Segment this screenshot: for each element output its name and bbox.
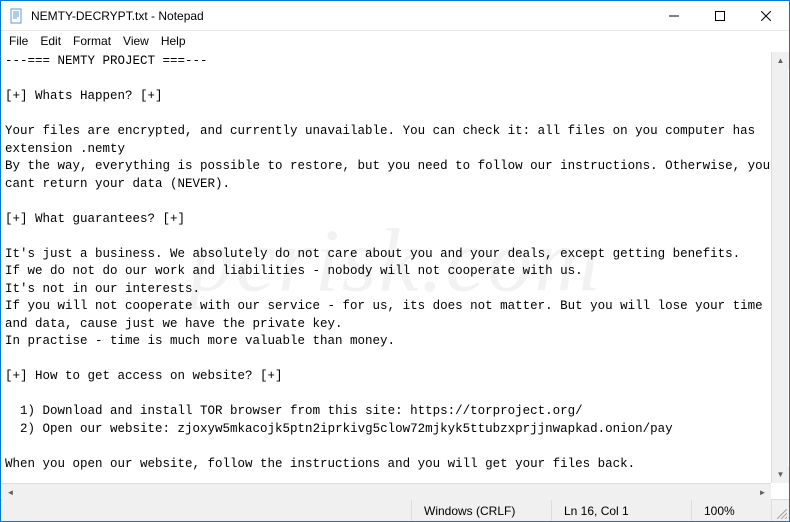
resize-grip[interactable] bbox=[771, 500, 789, 521]
status-zoom: 100% bbox=[691, 500, 771, 521]
window-controls bbox=[651, 1, 789, 30]
horizontal-scrollbar[interactable]: ◄ ► bbox=[2, 483, 771, 500]
status-position: Ln 16, Col 1 bbox=[551, 500, 691, 521]
chevron-down-icon: ▼ bbox=[777, 470, 785, 479]
statusbar: Windows (CRLF) Ln 16, Col 1 100% bbox=[1, 499, 789, 521]
chevron-left-icon: ◄ bbox=[7, 488, 15, 497]
notepad-window: NEMTY-DECRYPT.txt - Notepad File Edit Fo… bbox=[0, 0, 790, 522]
menu-view[interactable]: View bbox=[117, 33, 155, 49]
minimize-button[interactable] bbox=[651, 1, 697, 30]
app-icon bbox=[9, 8, 25, 24]
status-encoding: Windows (CRLF) bbox=[411, 500, 551, 521]
scroll-left-button[interactable]: ◄ bbox=[2, 484, 19, 501]
scroll-track-horizontal[interactable] bbox=[19, 484, 754, 500]
menu-format[interactable]: Format bbox=[67, 33, 117, 49]
titlebar: NEMTY-DECRYPT.txt - Notepad bbox=[1, 1, 789, 31]
scroll-right-button[interactable]: ► bbox=[754, 484, 771, 501]
vertical-scrollbar[interactable]: ▲ ▼ bbox=[771, 52, 788, 483]
menu-file[interactable]: File bbox=[3, 33, 34, 49]
close-button[interactable] bbox=[743, 1, 789, 30]
menubar: File Edit Format View Help bbox=[1, 31, 789, 51]
scroll-down-button[interactable]: ▼ bbox=[772, 466, 789, 483]
chevron-right-icon: ► bbox=[759, 488, 767, 497]
menu-help[interactable]: Help bbox=[155, 33, 192, 49]
text-area[interactable]: ---=== NEMTY PROJECT ===--- [+] Whats Ha… bbox=[1, 51, 789, 499]
chevron-up-icon: ▲ bbox=[777, 56, 785, 65]
resize-grip-icon bbox=[777, 509, 787, 519]
window-title: NEMTY-DECRYPT.txt - Notepad bbox=[31, 9, 651, 23]
scroll-up-button[interactable]: ▲ bbox=[772, 52, 789, 69]
maximize-button[interactable] bbox=[697, 1, 743, 30]
menu-edit[interactable]: Edit bbox=[34, 33, 67, 49]
scroll-track-vertical[interactable] bbox=[772, 69, 788, 466]
